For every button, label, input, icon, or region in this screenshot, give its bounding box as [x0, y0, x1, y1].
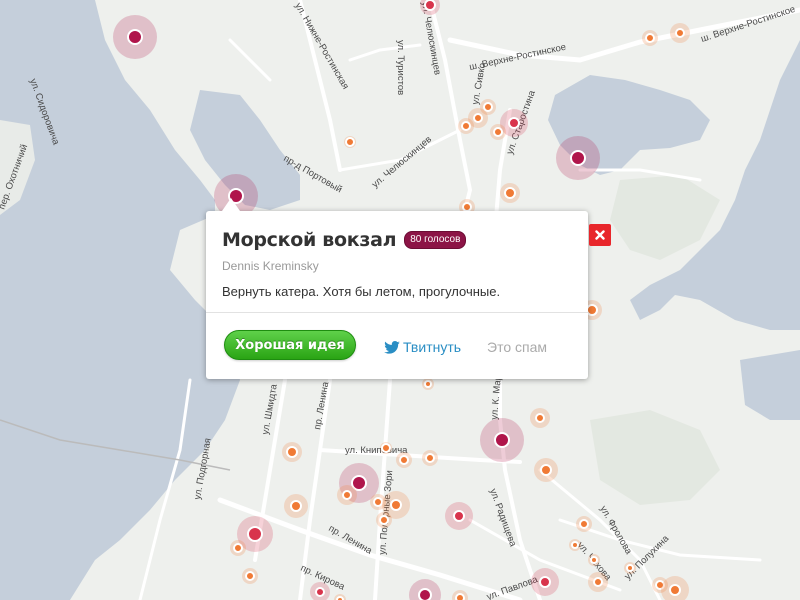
marker-dot	[247, 526, 263, 542]
idea-marker[interactable]	[670, 23, 690, 43]
idea-marker[interactable]	[500, 183, 520, 203]
marker-dot	[418, 588, 432, 600]
popup-header: Морской вокзал 80 голосов	[222, 229, 467, 251]
idea-marker[interactable]	[588, 572, 608, 592]
spam-link[interactable]: Это спам	[487, 339, 547, 355]
idea-marker[interactable]	[422, 378, 434, 390]
idea-marker[interactable]	[624, 562, 636, 574]
idea-marker[interactable]	[230, 540, 246, 556]
idea-marker[interactable]	[480, 418, 524, 462]
street-label: ул. Туристов	[395, 40, 406, 95]
marker-dot	[626, 564, 634, 572]
idea-title: Морской вокзал	[222, 229, 397, 251]
marker-dot	[390, 499, 402, 511]
idea-marker[interactable]	[588, 554, 600, 566]
close-icon	[595, 230, 605, 240]
close-button[interactable]	[589, 224, 611, 246]
idea-marker[interactable]	[242, 568, 258, 584]
marker-dot	[373, 497, 383, 507]
marker-dot	[453, 510, 465, 522]
tweet-label: Твитнуть	[403, 339, 462, 355]
idea-marker[interactable]	[531, 568, 559, 596]
idea-marker[interactable]	[445, 502, 473, 530]
tweet-link[interactable]: Твитнуть	[384, 339, 461, 355]
marker-dot	[245, 571, 255, 581]
good-idea-button[interactable]: Хорошая идея	[224, 330, 356, 360]
marker-dot	[351, 475, 367, 491]
votes-badge: 80 голосов	[404, 231, 467, 249]
idea-marker[interactable]	[113, 15, 157, 59]
marker-dot	[539, 576, 551, 588]
marker-dot	[461, 121, 471, 131]
idea-marker[interactable]	[380, 442, 392, 454]
marker-dot	[586, 304, 598, 316]
marker-dot	[645, 33, 655, 43]
idea-marker[interactable]	[376, 512, 392, 528]
marker-dot	[342, 490, 352, 500]
marker-dot	[345, 137, 355, 147]
marker-dot	[675, 28, 685, 38]
idea-marker[interactable]	[337, 485, 357, 505]
marker-dot	[399, 455, 409, 465]
idea-marker[interactable]	[556, 136, 600, 180]
marker-dot	[493, 127, 503, 137]
marker-dot	[233, 543, 243, 553]
idea-marker[interactable]	[642, 30, 658, 46]
twitter-bird-icon	[384, 340, 400, 354]
marker-dot	[286, 446, 298, 458]
idea-marker[interactable]	[284, 494, 308, 518]
marker-dot	[590, 556, 598, 564]
marker-dot	[535, 413, 545, 423]
marker-dot	[379, 515, 389, 525]
marker-dot	[508, 117, 520, 129]
marker-dot	[290, 500, 302, 512]
marker-dot	[462, 202, 472, 212]
idea-marker[interactable]	[422, 450, 438, 466]
idea-marker[interactable]	[396, 452, 412, 468]
marker-dot	[127, 29, 143, 45]
marker-dot	[425, 453, 435, 463]
idea-marker[interactable]	[534, 458, 558, 482]
marker-dot	[424, 380, 432, 388]
marker-dot	[483, 102, 493, 112]
marker-dot	[381, 443, 391, 453]
marker-dot	[570, 150, 586, 166]
marker-dot	[579, 519, 589, 529]
marker-dot	[473, 113, 483, 123]
marker-dot	[455, 593, 465, 600]
marker-dot	[424, 0, 436, 11]
idea-marker[interactable]	[344, 136, 356, 148]
marker-dot	[669, 584, 681, 596]
idea-marker[interactable]	[458, 118, 474, 134]
popup-pointer	[222, 198, 240, 211]
idea-marker[interactable]	[480, 99, 496, 115]
marker-dot	[593, 577, 603, 587]
idea-marker[interactable]	[576, 516, 592, 532]
idea-marker[interactable]	[490, 124, 506, 140]
marker-dot	[540, 464, 552, 476]
marker-dot	[494, 432, 510, 448]
marker-dot	[571, 541, 579, 549]
idea-text: Вернуть катера. Хотя бы летом, прогулочн…	[222, 284, 501, 299]
idea-marker[interactable]	[530, 408, 550, 428]
idea-marker[interactable]	[569, 539, 581, 551]
marker-dot	[315, 587, 325, 597]
popup-divider	[206, 312, 588, 313]
idea-popup: Морской вокзал 80 голосов Dennis Kremins…	[206, 198, 588, 379]
idea-marker[interactable]	[282, 442, 302, 462]
idea-author[interactable]: Dennis Kreminsky	[222, 259, 319, 273]
marker-dot	[504, 187, 516, 199]
